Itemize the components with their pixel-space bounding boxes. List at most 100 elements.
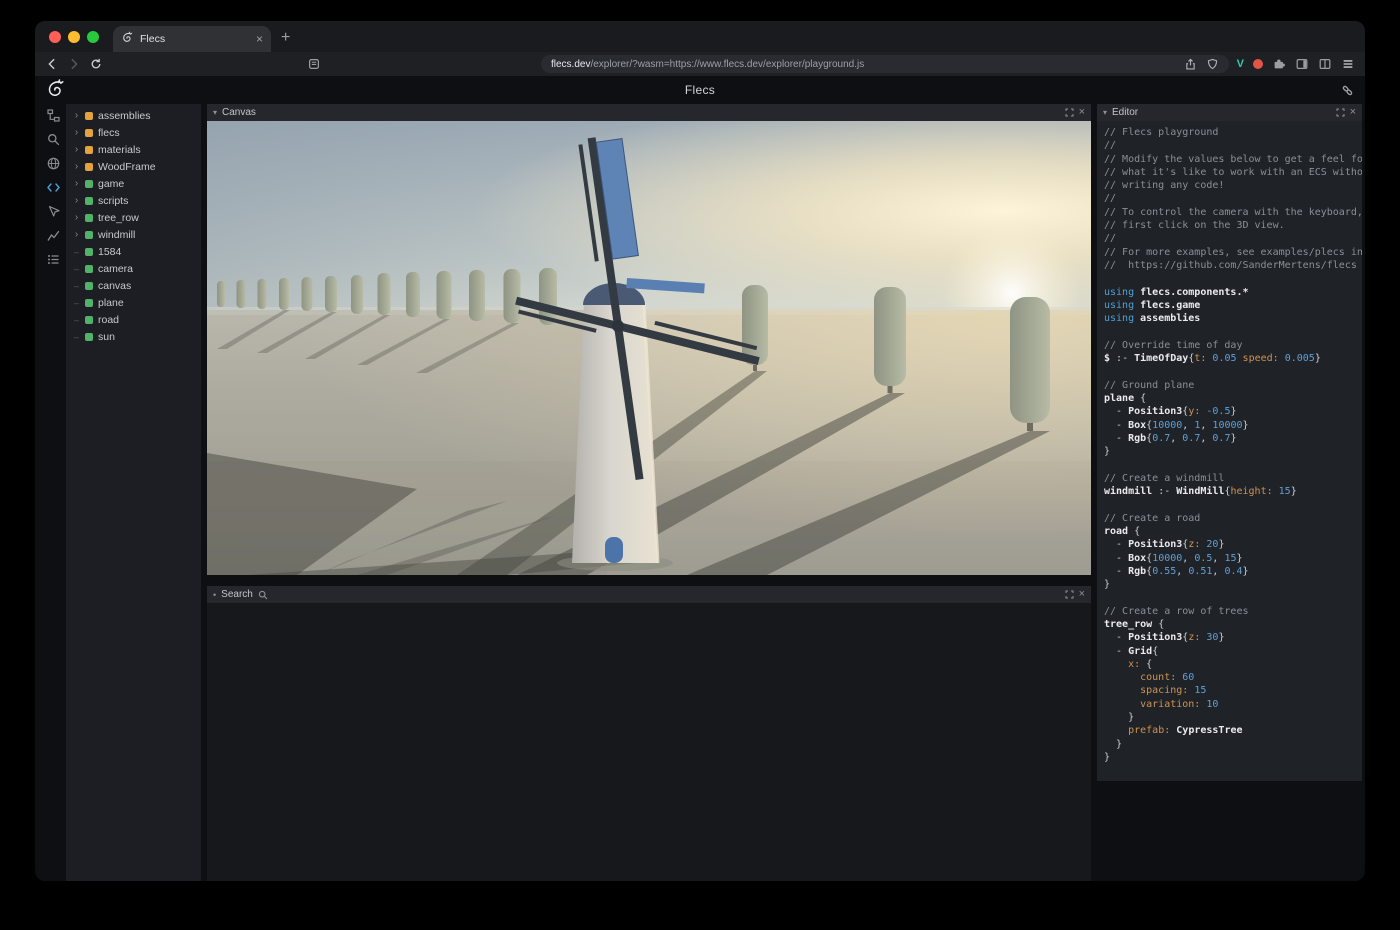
code-line: } [1104,445,1362,458]
leaf-dash-icon: – [73,315,80,325]
extensions-puzzle-icon[interactable] [1272,57,1286,71]
menu-icon[interactable] [1341,57,1355,71]
code-line: // Create a windmill [1104,472,1362,485]
code-line [1104,458,1362,471]
v-extension-icon[interactable]: V [1237,58,1244,70]
close-icon[interactable]: × [1350,107,1356,118]
split-view-icon[interactable] [1318,57,1332,71]
minimize-window-button[interactable] [68,31,80,43]
fullscreen-icon[interactable] [1065,108,1074,117]
reload-button[interactable] [89,57,103,71]
log-icon[interactable] [46,252,61,267]
code-line: variation: 10 [1104,698,1362,711]
expander-icon[interactable]: › [73,127,80,138]
close-icon[interactable]: × [1079,589,1085,600]
tree-item[interactable]: ›flecs [66,124,201,141]
code-line: road { [1104,525,1362,538]
code-line: - Position3{z: 30} [1104,631,1362,644]
fullscreen-icon[interactable] [1065,590,1074,599]
search-results-area[interactable] [207,603,1091,881]
expander-icon[interactable]: › [73,212,80,223]
tree-item[interactable]: –camera [66,260,201,277]
tree-item-label: assemblies [98,110,151,122]
entity-color-square [85,129,93,137]
tree-item[interactable]: ›scripts [66,192,201,209]
expander-icon[interactable]: › [73,110,80,121]
leaf-dash-icon: – [73,281,80,291]
code-line: windmill :- WindMill{height: 15} [1104,485,1362,498]
tree-item[interactable]: › WoodFrame [66,158,201,175]
editor-code[interactable]: // Flecs playground//// Modify the value… [1097,121,1362,781]
url-path: /explorer/?wasm=https://www.flecs.dev/ex… [590,59,864,70]
tree-item[interactable]: –1584 [66,243,201,260]
fullscreen-icon[interactable] [1336,108,1345,117]
forward-button[interactable] [67,57,81,71]
url-host: flecs.dev [551,59,590,70]
record-extension-icon[interactable] [1253,59,1263,69]
entity-color-square [85,248,93,256]
new-tab-button[interactable]: + [281,30,290,46]
code-line [1104,272,1362,285]
expander-icon[interactable]: › [73,161,80,172]
code-icon[interactable] [46,180,61,195]
code-line: using flecs.components.* [1104,286,1362,299]
panel-dot-icon[interactable]: • [213,590,216,600]
canvas-3d-scene[interactable] [207,121,1091,575]
close-window-button[interactable] [49,31,61,43]
editor-panel-title: Editor [1112,107,1138,118]
code-line [1104,591,1362,604]
expander-icon[interactable]: › [73,229,80,240]
code-line: // [1104,232,1362,245]
tree-item-label: materials [98,144,141,156]
tree-item[interactable]: –sun [66,328,201,345]
code-line: } [1104,711,1362,724]
entity-color-square [85,146,93,154]
window-controls [35,31,113,52]
code-line: spacing: 15 [1104,684,1362,697]
close-icon[interactable]: × [1079,107,1085,118]
browser-tab[interactable]: Flecs × [113,26,271,52]
tree-item-label: WoodFrame [98,161,156,173]
chevron-down-icon[interactable]: ▾ [1103,108,1107,117]
world-icon[interactable] [46,156,61,171]
chevron-down-icon[interactable]: ▾ [213,108,217,117]
tree-item[interactable]: –road [66,311,201,328]
inspect-icon[interactable] [46,204,61,219]
tree-item[interactable]: –canvas [66,277,201,294]
zoom-window-button[interactable] [87,31,99,43]
entity-color-square [85,112,93,120]
tree-item[interactable]: –plane [66,294,201,311]
tree-item[interactable]: ›game [66,175,201,192]
code-line: // [1104,192,1362,205]
stats-icon[interactable] [46,228,61,243]
canvas-panel-header: ▾ Canvas × [207,104,1091,121]
share-link-icon[interactable] [1340,83,1355,98]
entity-color-square [85,265,93,273]
expander-icon[interactable]: › [73,178,80,189]
flecs-page: Flecs [35,76,1365,881]
search-panel-header: • Search × [207,586,1091,603]
search-icon[interactable] [46,132,61,147]
entity-color-square [85,333,93,341]
back-button[interactable] [45,57,59,71]
tree-item[interactable]: › assemblies [66,107,201,124]
hierarchy-icon[interactable] [46,108,61,123]
windmill-door [605,537,623,563]
search-panel-title: Search [221,589,253,600]
search-magnifier-icon [258,590,268,600]
editor-panel-header: ▾ Editor × [1097,104,1362,121]
expander-icon[interactable]: › [73,144,80,155]
tab-close-icon[interactable]: × [256,33,263,45]
shield-icon[interactable] [1206,58,1219,71]
address-bar[interactable]: flecs.dev/explorer/?wasm=https://www.fle… [541,55,1229,73]
code-line: // https://github.com/SanderMertens/flec… [1104,259,1362,272]
entity-color-square [85,282,93,290]
expander-icon[interactable]: › [73,195,80,206]
side-panel-icon[interactable] [1295,57,1309,71]
tree-item[interactable]: ›windmill [66,226,201,243]
bookmark-panel-icon[interactable] [307,57,321,71]
entity-color-square [85,299,93,307]
share-icon[interactable] [1184,58,1197,71]
tree-item[interactable]: › materials [66,141,201,158]
tree-item[interactable]: ›tree_row [66,209,201,226]
